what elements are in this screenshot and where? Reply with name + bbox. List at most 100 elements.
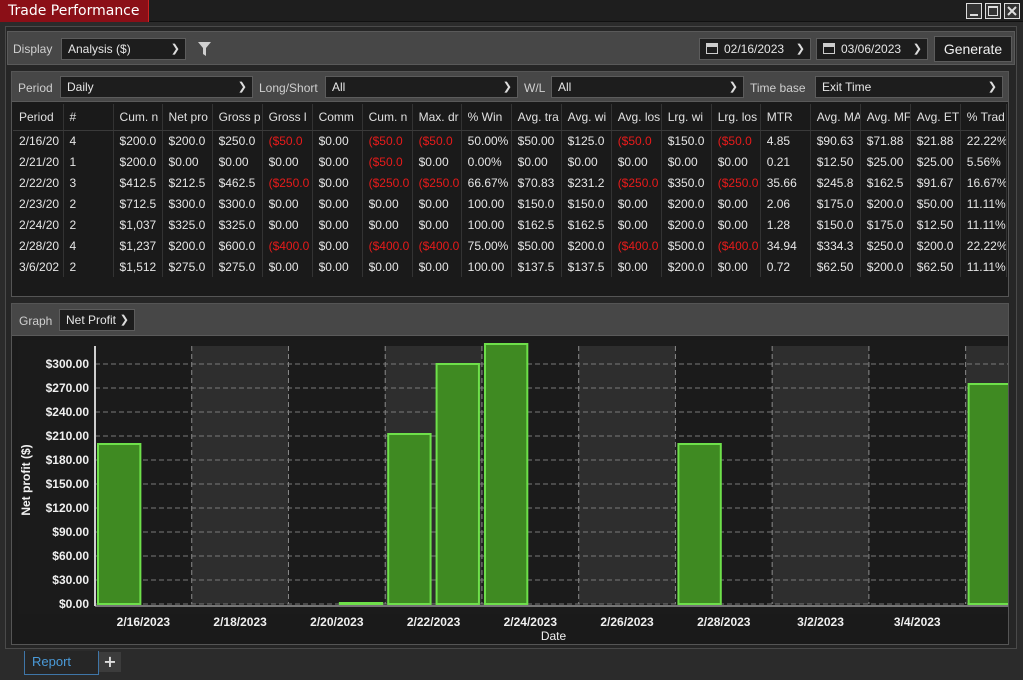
column-header[interactable]: Period xyxy=(13,104,64,131)
table-row[interactable]: 2/16/20 4 $200.0 $200.0 $250.0 ($50.0 $0.00 ($5… xyxy=(13,130,1008,151)
column-header[interactable]: Avg. tra xyxy=(511,104,562,131)
chevron-down-icon: ❯ xyxy=(912,43,922,55)
add-tab-button[interactable]: + xyxy=(99,652,121,672)
chevron-down-icon: ❯ xyxy=(728,81,738,93)
longshort-value: All xyxy=(332,80,346,94)
y-tick-label: $150.00 xyxy=(46,477,90,491)
graph-metric-select[interactable]: Net Profit ❯ xyxy=(59,309,135,331)
table-cell: $0.00 xyxy=(312,193,363,214)
column-header[interactable]: Gross p xyxy=(212,104,263,131)
period-select[interactable]: Daily ❯ xyxy=(60,76,253,98)
table-cell: $0.00 xyxy=(312,235,363,256)
main-frame: Display Analysis ($) ❯ 02/16/2023 ❯ 03/0… xyxy=(5,26,1023,649)
column-header[interactable]: Lrg. wi xyxy=(661,104,712,131)
end-date-picker[interactable]: 03/06/2023 ❯ xyxy=(816,38,928,60)
maximize-button[interactable] xyxy=(985,3,1001,19)
column-header[interactable]: Cum. n xyxy=(113,104,163,131)
table-cell: $25.00 xyxy=(860,151,911,172)
chart-band xyxy=(578,346,676,604)
table-body: 2/16/20 4 $200.0 $200.0 $250.0 ($50.0 $0.00 ($5… xyxy=(13,130,1008,277)
tab-report[interactable]: Report xyxy=(24,651,99,675)
table-cell: $0.00 xyxy=(312,256,363,277)
column-header[interactable]: # xyxy=(63,104,114,131)
column-header[interactable]: % Win xyxy=(461,104,512,131)
column-header[interactable]: Gross l xyxy=(262,104,313,131)
wl-select[interactable]: All ❯ xyxy=(551,76,744,98)
x-tick-label: 2/20/2023 xyxy=(310,615,364,629)
table-cell: $200.0 xyxy=(661,193,712,214)
table-row[interactable]: 2/21/20 1 $200.0 $0.00 $0.00 $0.00 $0.00 ($50.0… xyxy=(13,151,1008,172)
chart-band xyxy=(191,346,289,604)
bar-3/6/2023 xyxy=(967,383,1013,605)
column-header[interactable]: MTR xyxy=(760,104,811,131)
table-cell: 50.00% xyxy=(461,130,512,151)
y-tick-label: $300.00 xyxy=(46,357,90,371)
column-header[interactable]: Cum. n xyxy=(362,104,413,131)
table-cell: $25.00 xyxy=(910,151,961,172)
column-header[interactable]: Avg. los xyxy=(611,104,662,131)
start-date-picker[interactable]: 02/16/2023 ❯ xyxy=(699,38,811,60)
filter-icon[interactable] xyxy=(198,42,211,56)
close-icon xyxy=(1007,6,1017,16)
table-cell: 2/24/20 xyxy=(13,214,64,235)
table-cell: $150.0 xyxy=(810,214,861,235)
table-cell: 3 xyxy=(63,172,114,193)
column-header[interactable]: Avg. wi xyxy=(561,104,612,131)
table-cell: ($400.0 xyxy=(362,235,413,256)
column-header[interactable]: Max. dr xyxy=(412,104,462,131)
column-header[interactable]: % Trad xyxy=(960,104,1008,131)
display-select[interactable]: Analysis ($) ❯ xyxy=(61,38,186,60)
table-cell: $150.0 xyxy=(511,193,562,214)
column-header[interactable]: Avg. MA xyxy=(810,104,861,131)
table-cell: $162.5 xyxy=(511,214,562,235)
table-cell: $0.00 xyxy=(262,256,313,277)
table-cell: $12.50 xyxy=(810,151,861,172)
table-cell: ($250.0 xyxy=(362,172,413,193)
table-cell: 2 xyxy=(63,214,114,235)
x-tick-label: 2/24/2023 xyxy=(504,615,558,629)
table-cell: 1 xyxy=(63,151,114,172)
toolbar: Display Analysis ($) ❯ 02/16/2023 ❯ 03/0… xyxy=(7,31,1015,65)
column-header[interactable]: Avg. ET xyxy=(910,104,961,131)
table-row[interactable]: 2/24/20 2 $1,037 $325.0 $325.0 $0.00 $0.00 $0.0… xyxy=(13,214,1008,235)
x-tick-label: 2/16/2023 xyxy=(117,615,171,629)
table-cell: $0.00 xyxy=(312,214,363,235)
column-header[interactable]: Net pro xyxy=(162,104,213,131)
maximize-icon xyxy=(988,6,998,16)
table-cell: 2/16/20 xyxy=(13,130,64,151)
table-cell: $62.50 xyxy=(810,256,861,277)
table-cell: 35.66 xyxy=(760,172,811,193)
column-header[interactable]: Lrg. los xyxy=(711,104,761,131)
column-header[interactable]: Comm xyxy=(312,104,363,131)
calendar-icon xyxy=(706,43,718,54)
table-cell: ($400.0 xyxy=(262,235,313,256)
table-cell: 16.67% xyxy=(960,172,1008,193)
generate-button[interactable]: Generate xyxy=(934,36,1012,62)
x-tick-label: 3/4/2023 xyxy=(894,615,941,629)
timebase-select[interactable]: Exit Time ❯ xyxy=(815,76,1003,98)
chevron-down-icon: ❯ xyxy=(119,314,129,326)
table-row[interactable]: 2/22/20 3 $412.5 $212.5 $462.5 ($250.0 $0.00 ($… xyxy=(13,172,1008,193)
column-header[interactable]: Avg. MF xyxy=(860,104,911,131)
wl-value: All xyxy=(558,80,572,94)
table-cell: $0.00 xyxy=(212,151,263,172)
table-cell: $350.0 xyxy=(661,172,712,193)
y-tick-label: $240.00 xyxy=(46,405,90,419)
longshort-select[interactable]: All ❯ xyxy=(325,76,518,98)
minimize-button[interactable] xyxy=(966,3,982,19)
table-cell: $50.00 xyxy=(910,193,961,214)
table-cell: $50.00 xyxy=(511,235,562,256)
table-cell: ($50.0 xyxy=(262,130,313,151)
table-row[interactable]: 2/23/20 2 $712.5 $300.0 $300.0 $0.00 $0.00 $0.0… xyxy=(13,193,1008,214)
table-cell: 4 xyxy=(63,130,114,151)
table-row[interactable]: 3/6/202 2 $1,512 $275.0 $275.0 $0.00 $0.00 $0.0… xyxy=(13,256,1008,277)
table-cell: 2 xyxy=(63,256,114,277)
table-cell: 2.06 xyxy=(760,193,811,214)
close-button[interactable] xyxy=(1004,3,1020,19)
table-cell: 34.94 xyxy=(760,235,811,256)
table-cell: $91.67 xyxy=(910,172,961,193)
table-row[interactable]: 2/28/20 4 $1,237 $200.0 $600.0 ($400.0 $0.00 ($… xyxy=(13,235,1008,256)
table-cell: $250.0 xyxy=(212,130,263,151)
bar-2/28/2023 xyxy=(677,443,722,605)
table-cell: $462.5 xyxy=(212,172,263,193)
